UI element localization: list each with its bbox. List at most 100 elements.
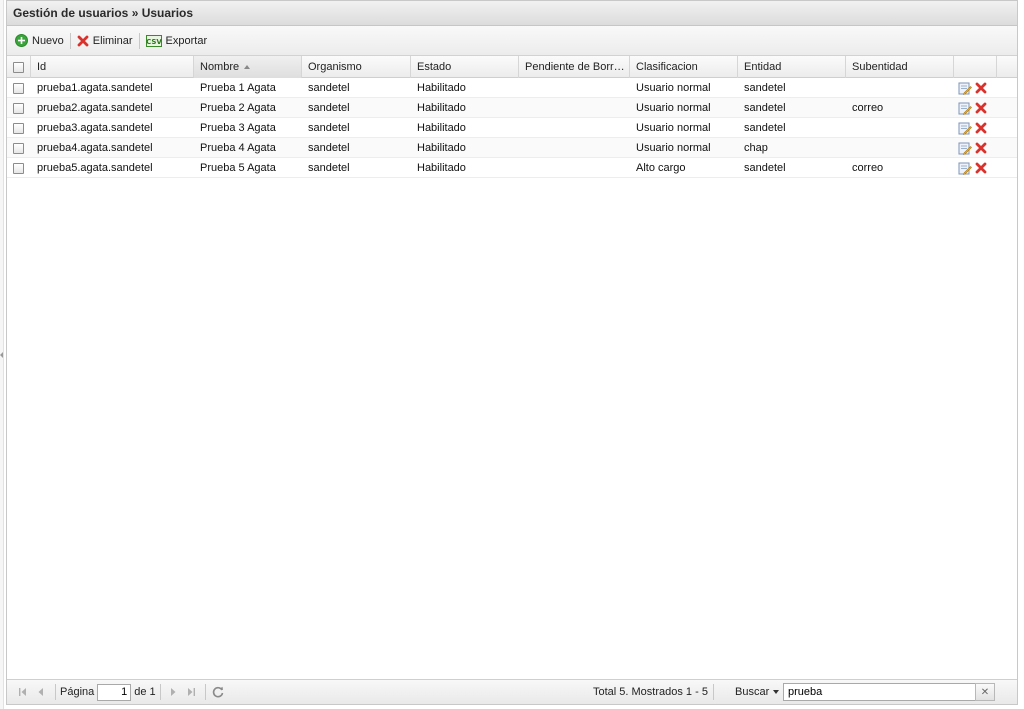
cell-estado: Habilitado: [417, 82, 466, 94]
search-menu-label: Buscar: [735, 686, 770, 698]
cell-entidad: sandetel: [744, 162, 786, 174]
pager-separator: [204, 684, 206, 700]
column-header-clasificacion[interactable]: Clasificacion: [630, 56, 738, 78]
next-page-icon[interactable]: [165, 684, 181, 700]
column-label: Nombre: [200, 61, 240, 73]
csv-icon-text: CSV: [146, 38, 162, 46]
pagination-bar: Página de 1 Total 5. Mostrados 1 - 5 Bus…: [7, 679, 1017, 704]
search-input[interactable]: [783, 683, 977, 701]
column-label: Pendiente de Borr…: [525, 61, 625, 73]
export-button[interactable]: CSV Exportar: [142, 31, 212, 51]
toolbar-separator: [69, 32, 71, 49]
cell-nombre: Prueba 5 Agata: [200, 162, 276, 174]
cell-organismo: sandetel: [308, 82, 350, 94]
delete-row-icon[interactable]: [975, 162, 987, 174]
cell-estado: Habilitado: [417, 162, 466, 174]
delete-row-icon[interactable]: [975, 142, 987, 154]
cell-actions: [954, 78, 997, 98]
edit-icon[interactable]: [958, 141, 972, 155]
cell-pendiente: [519, 158, 630, 178]
cell-select: [7, 118, 31, 138]
column-label: Subentidad: [852, 61, 908, 73]
export-button-label: Exportar: [165, 34, 208, 47]
cell-subentidad: [846, 138, 954, 158]
previous-page-icon[interactable]: [33, 684, 49, 700]
column-header-id[interactable]: Id: [31, 56, 194, 78]
edit-icon[interactable]: [958, 101, 972, 115]
cell-entidad: sandetel: [744, 102, 786, 114]
cell-organismo: sandetel: [308, 102, 350, 114]
row-checkbox[interactable]: [13, 102, 24, 114]
cell-entidad: chap: [744, 142, 768, 154]
column-header-estado[interactable]: Estado: [411, 56, 519, 78]
select-all-checkbox[interactable]: [13, 61, 24, 73]
column-label: Id: [37, 61, 47, 73]
search-field-menu-button[interactable]: Buscar: [735, 686, 780, 698]
chevron-down-icon: [773, 690, 780, 694]
clear-search-button[interactable]: ✕: [975, 683, 995, 701]
select-all-cell: [7, 56, 31, 78]
cell-clasificacion: Usuario normal: [636, 142, 711, 154]
cell-organismo: sandetel: [308, 142, 350, 154]
column-header-organismo[interactable]: Organismo: [302, 56, 411, 78]
last-page-icon[interactable]: [183, 684, 199, 700]
cell-select: [7, 138, 31, 158]
column-header-entidad[interactable]: Entidad: [738, 56, 846, 78]
first-page-icon[interactable]: [15, 684, 31, 700]
column-header-nombre[interactable]: Nombre: [194, 56, 302, 78]
row-checkbox[interactable]: [13, 82, 24, 94]
cell-organismo: sandetel: [308, 122, 350, 134]
table-row[interactable]: prueba2.agata.sandetel Prueba 2 Agata sand…: [7, 98, 1017, 118]
row-checkbox[interactable]: [13, 162, 24, 174]
edit-icon[interactable]: [958, 81, 972, 95]
pager-separator: [713, 684, 714, 700]
cell-clasificacion: Usuario normal: [636, 122, 711, 134]
cell-pendiente: [519, 138, 630, 158]
side-collapse-handle[interactable]: [0, 0, 4, 709]
refresh-icon[interactable]: [210, 684, 226, 700]
table-row[interactable]: prueba3.agata.sandetel Prueba 3 Agata sand…: [7, 118, 1017, 138]
cell-entidad: sandetel: [744, 122, 786, 134]
add-icon: [15, 34, 28, 47]
cell-nombre: Prueba 2 Agata: [200, 102, 276, 114]
table-row[interactable]: prueba5.agata.sandetel Prueba 5 Agata sand…: [7, 158, 1017, 178]
cell-id: prueba5.agata.sandetel: [37, 162, 153, 174]
column-header-pendiente[interactable]: Pendiente de Borr…: [519, 56, 630, 78]
column-header-subentidad[interactable]: Subentidad: [846, 56, 954, 78]
total-records-text: Total 5. Mostrados 1 - 5: [593, 686, 708, 698]
toolbar-separator: [138, 32, 140, 49]
table-row[interactable]: prueba1.agata.sandetel Prueba 1 Agata sand…: [7, 78, 1017, 98]
delete-row-icon[interactable]: [975, 102, 987, 114]
cell-id: prueba1.agata.sandetel: [37, 82, 153, 94]
cell-id: prueba3.agata.sandetel: [37, 122, 153, 134]
row-scroll-spacer: [997, 78, 1007, 98]
delete-button-label: Eliminar: [92, 34, 133, 47]
pager-separator: [55, 684, 56, 700]
row-scroll-spacer: [997, 118, 1007, 138]
cell-actions: [954, 98, 997, 118]
collapse-arrow-icon: [0, 352, 3, 358]
column-label: Entidad: [744, 61, 782, 73]
cell-clasificacion: Alto cargo: [636, 162, 686, 174]
cell-pendiente: [519, 98, 630, 118]
toolbar: Nuevo Eliminar CSV Exportar: [7, 26, 1017, 56]
page-number-input[interactable]: [97, 683, 132, 701]
new-button-label: Nuevo: [32, 34, 64, 47]
new-button[interactable]: Nuevo: [11, 31, 68, 51]
grid-body: prueba1.agata.sandetel Prueba 1 Agata sand…: [7, 78, 1017, 568]
delete-row-icon[interactable]: [975, 82, 987, 94]
cell-estado: Habilitado: [417, 102, 466, 114]
delete-row-icon[interactable]: [975, 122, 987, 134]
column-header-actions: [954, 56, 997, 78]
cell-nombre: Prueba 3 Agata: [200, 122, 276, 134]
edit-icon[interactable]: [958, 161, 972, 175]
row-checkbox[interactable]: [13, 122, 24, 134]
cell-subentidad: [846, 78, 954, 98]
cell-pendiente: [519, 118, 630, 138]
delete-button[interactable]: Eliminar: [73, 31, 137, 51]
clear-icon: ✕: [980, 686, 990, 698]
table-row[interactable]: prueba4.agata.sandetel Prueba 4 Agata sand…: [7, 138, 1017, 158]
pager-separator: [159, 684, 161, 700]
row-checkbox[interactable]: [13, 142, 24, 154]
edit-icon[interactable]: [958, 121, 972, 135]
